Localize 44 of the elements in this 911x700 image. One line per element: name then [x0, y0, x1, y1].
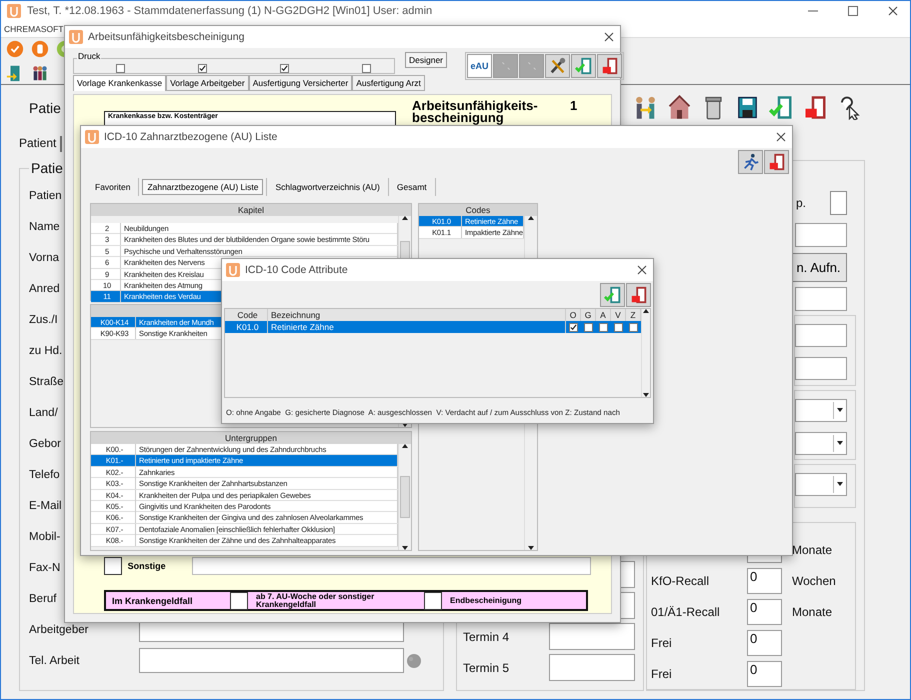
field-label: Tel. Arbeit [29, 654, 80, 666]
field-label: Termin 5 [463, 660, 510, 674]
unit-label: Wochen [792, 574, 837, 588]
field-label: Land/ [29, 406, 58, 418]
form-title: bescheinigung [412, 112, 504, 124]
field-label: Termin 4 [463, 630, 510, 644]
field-label: zu Hd. [29, 344, 62, 356]
group-title: Druck [77, 51, 102, 61]
window-title: Test, T. *12.08.1963 - Stammdatenerfassung (1) N-GG2DGH2 [Win01] User: admin [27, 5, 434, 17]
field-label: Straße [29, 376, 64, 388]
dialog-title: ICD-10 Zahnarztbezogene (AU) Liste [104, 131, 278, 143]
dialog-title: ICD-10 Code Attribute [245, 264, 349, 276]
field-label: Name [29, 220, 60, 232]
table-header: Code Bezeichnung O G A V Z [225, 309, 641, 321]
checkbox-label: Endbescheinigung [450, 596, 522, 605]
field-label: Frei [651, 636, 673, 650]
field-label: E-Mail [29, 500, 62, 512]
field-label: Mobil- [29, 530, 60, 542]
table-header: Codes [419, 204, 537, 216]
field-label: Anred [29, 282, 60, 294]
field-label: Frei [651, 666, 673, 680]
unit-label: Monate [792, 604, 834, 618]
unit-label: Monate [792, 542, 834, 556]
field-label: Vorna [29, 252, 60, 264]
checkbox-label: ab 7. AU-Woche oder sonstiger Krankengeldfall [256, 592, 376, 608]
field-label: Fax-N [29, 562, 60, 574]
field-label: KfO-Recall [651, 574, 710, 588]
field-label: Zus./I [29, 314, 58, 326]
field-label: Gebor [29, 438, 61, 450]
dialog-title: Arbeitsunfähigkeitsbescheinigung [88, 31, 246, 43]
checkbox-label: Sonstige [128, 561, 166, 571]
field-label: Patien [29, 190, 62, 202]
field-label: 01/Ä1-Recall [651, 604, 721, 618]
form-number: 1 [570, 100, 578, 112]
field-label: Telefo [29, 468, 60, 480]
table-header: Kapitel [91, 204, 411, 216]
table-header: Untergruppen [91, 432, 411, 444]
field-label: Arbeitgeber [29, 624, 88, 636]
field-label: Beruf [29, 592, 56, 604]
section-heading: Patie [29, 100, 61, 116]
bar-label: Im Krankengeldfall [112, 596, 194, 606]
group-title: Patie [30, 160, 64, 176]
checkbox-label: p. [796, 196, 806, 210]
form-title: Arbeitsunfähigkeits- [412, 100, 538, 112]
